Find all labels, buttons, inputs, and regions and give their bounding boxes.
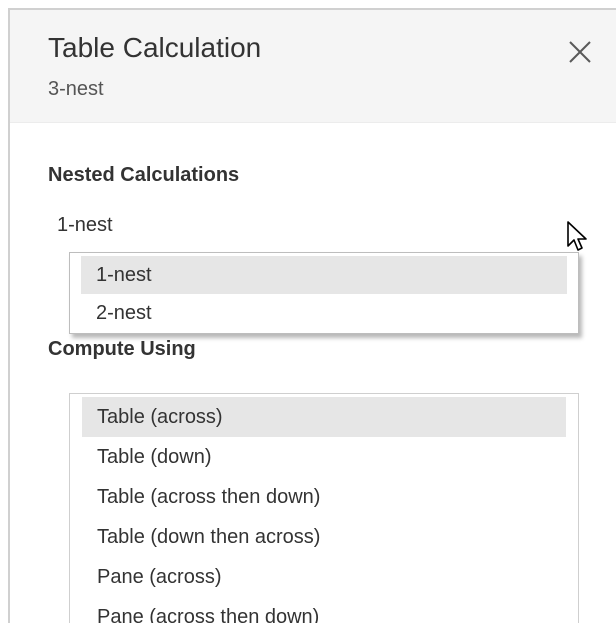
compute-option-pane-across[interactable]: Pane (across) (82, 557, 566, 597)
nested-dropdown-list: 1-nest 2-nest (69, 252, 579, 334)
dropdown-option-2-nest[interactable]: 2-nest (81, 294, 567, 332)
compute-using-label: Compute Using (48, 338, 196, 360)
panel-title: Table Calculation (48, 32, 262, 63)
mouse-pointer-icon (566, 220, 590, 254)
nested-calculation-select[interactable]: 1-nest (48, 208, 588, 244)
panel-subtitle: 3-nest (48, 78, 104, 100)
compute-option-table-down-then-across[interactable]: Table (down then across) (82, 517, 566, 557)
nested-calculations-label: Nested Calculations (48, 164, 240, 186)
nested-select-value: 1-nest (57, 214, 113, 236)
table-calculation-panel: Table Calculation 3-nest Nested Calculat… (8, 8, 616, 623)
panel-header: Table Calculation 3-nest (10, 10, 616, 123)
compute-option-table-across-then-down[interactable]: Table (across then down) (82, 477, 566, 517)
dropdown-option-1-nest[interactable]: 1-nest (81, 256, 567, 294)
compute-using-list[interactable]: Table (across) Table (down) Table (acros… (69, 393, 579, 623)
compute-option-pane-across-then-down[interactable]: Pane (across then down) (82, 597, 566, 623)
compute-option-table-down[interactable]: Table (down) (82, 437, 566, 477)
compute-option-table-across[interactable]: Table (across) (82, 397, 566, 437)
close-button[interactable] (560, 32, 600, 72)
close-icon (569, 41, 591, 63)
